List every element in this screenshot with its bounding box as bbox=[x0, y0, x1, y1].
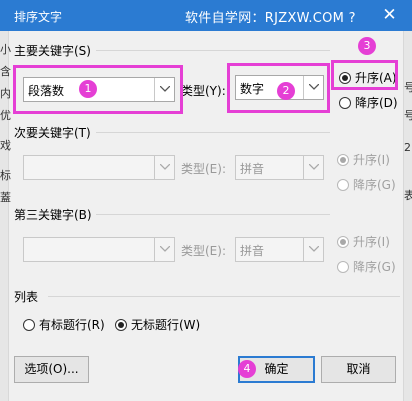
secondary-type-value: 拼音 bbox=[240, 162, 265, 176]
tertiary-ascending-label: 升序(I) bbox=[353, 235, 390, 249]
secondary-descending-radio[interactable]: 降序(G) bbox=[337, 176, 396, 193]
annotation-marker: 2 bbox=[277, 82, 295, 100]
background-fragment: 小 bbox=[0, 43, 11, 56]
radio-unchecked-icon bbox=[337, 179, 349, 191]
primary-type-value: 数字 bbox=[240, 82, 265, 96]
secondary-key-label: 次要关键字(T) bbox=[14, 126, 91, 140]
background-fragment: 优 bbox=[0, 109, 11, 122]
radio-checked-icon bbox=[339, 72, 351, 84]
tertiary-descending-label: 降序(G) bbox=[353, 260, 396, 274]
section-divider bbox=[48, 296, 400, 297]
secondary-descending-label: 降序(G) bbox=[353, 178, 396, 192]
chevron-down-icon[interactable] bbox=[303, 156, 323, 179]
options-button[interactable]: 选项(O)... bbox=[14, 356, 89, 383]
tertiary-key-select[interactable] bbox=[23, 237, 175, 262]
background-fragment: 2 bbox=[404, 141, 411, 154]
chevron-down-icon[interactable] bbox=[303, 238, 323, 261]
has-header-row-radio[interactable]: 有标题行(R) bbox=[23, 316, 105, 333]
annotation-marker: 1 bbox=[79, 80, 97, 98]
background-fragment: 戏 bbox=[0, 139, 11, 152]
no-header-row-radio[interactable]: 无标题行(W) bbox=[115, 316, 200, 333]
radio-checked-icon bbox=[337, 154, 349, 166]
tertiary-key-label: 第三关键字(B) bbox=[14, 208, 92, 222]
tertiary-descending-radio[interactable]: 降序(G) bbox=[337, 258, 396, 275]
cancel-button[interactable]: 取消 bbox=[321, 356, 396, 383]
close-icon[interactable]: ✕ bbox=[367, 0, 412, 31]
primary-key-value: 段落数 bbox=[28, 84, 65, 98]
background-fragment: 号 bbox=[404, 109, 412, 122]
radio-checked-icon bbox=[337, 236, 349, 248]
tertiary-type-label: 类型(E): bbox=[181, 244, 226, 258]
background-fragment: 号 bbox=[404, 81, 412, 94]
background-fragment: 蓋 bbox=[0, 191, 11, 204]
sort-text-dialog: 小 含 内 优 戏 标 蓋 号 号 2 表 主要关键字(S) 段落数 类型(Y)… bbox=[0, 31, 412, 401]
tertiary-type-value: 拼音 bbox=[240, 244, 265, 258]
chevron-down-icon[interactable] bbox=[154, 156, 174, 179]
secondary-ascending-label: 升序(I) bbox=[353, 153, 390, 167]
chevron-down-icon[interactable] bbox=[154, 238, 174, 261]
secondary-type-label: 类型(E): bbox=[181, 162, 226, 176]
secondary-ascending-radio[interactable]: 升序(I) bbox=[337, 151, 390, 168]
list-label: 列表 bbox=[14, 290, 39, 304]
background-document-right: 号 号 2 表 bbox=[403, 31, 412, 401]
primary-ascending-label: 升序(A) bbox=[355, 71, 397, 85]
background-fragment: 内 bbox=[0, 87, 11, 100]
background-fragment: 标 bbox=[0, 169, 11, 182]
annotation-marker: 4 bbox=[238, 360, 256, 378]
has-header-row-label: 有标题行(R) bbox=[39, 318, 105, 332]
title-bar: 排序文字 软件自学网：RJZXW.COM ? ✕ bbox=[0, 0, 412, 31]
section-divider bbox=[96, 214, 330, 215]
no-header-row-label: 无标题行(W) bbox=[131, 318, 201, 332]
secondary-type-select[interactable]: 拼音 bbox=[235, 155, 324, 180]
chevron-down-icon[interactable] bbox=[303, 76, 323, 99]
primary-key-select[interactable]: 段落数 bbox=[23, 77, 175, 102]
primary-descending-radio[interactable]: 降序(D) bbox=[339, 94, 398, 111]
radio-unchecked-icon bbox=[23, 319, 35, 331]
primary-type-label: 类型(Y): bbox=[181, 84, 226, 98]
background-document-left: 小 含 内 优 戏 标 蓋 bbox=[0, 31, 11, 401]
background-fragment: 含 bbox=[0, 65, 11, 78]
secondary-key-select[interactable] bbox=[23, 155, 175, 180]
section-divider bbox=[96, 50, 330, 51]
chevron-down-icon[interactable] bbox=[154, 78, 174, 101]
radio-checked-icon bbox=[115, 319, 127, 331]
section-divider bbox=[96, 132, 330, 133]
radio-unchecked-icon bbox=[339, 97, 351, 109]
annotation-marker: 3 bbox=[358, 37, 376, 55]
primary-ascending-radio[interactable]: 升序(A) bbox=[339, 69, 397, 86]
radio-unchecked-icon bbox=[337, 261, 349, 273]
watermark-text: 软件自学网：RJZXW.COM ? bbox=[185, 11, 356, 26]
primary-key-label: 主要关键字(S) bbox=[14, 44, 91, 58]
window-title: 排序文字 bbox=[14, 10, 63, 24]
tertiary-ascending-radio[interactable]: 升序(I) bbox=[337, 233, 390, 250]
primary-descending-label: 降序(D) bbox=[355, 96, 398, 110]
background-fragment: 表 bbox=[404, 189, 412, 202]
tertiary-type-select[interactable]: 拼音 bbox=[235, 237, 324, 262]
